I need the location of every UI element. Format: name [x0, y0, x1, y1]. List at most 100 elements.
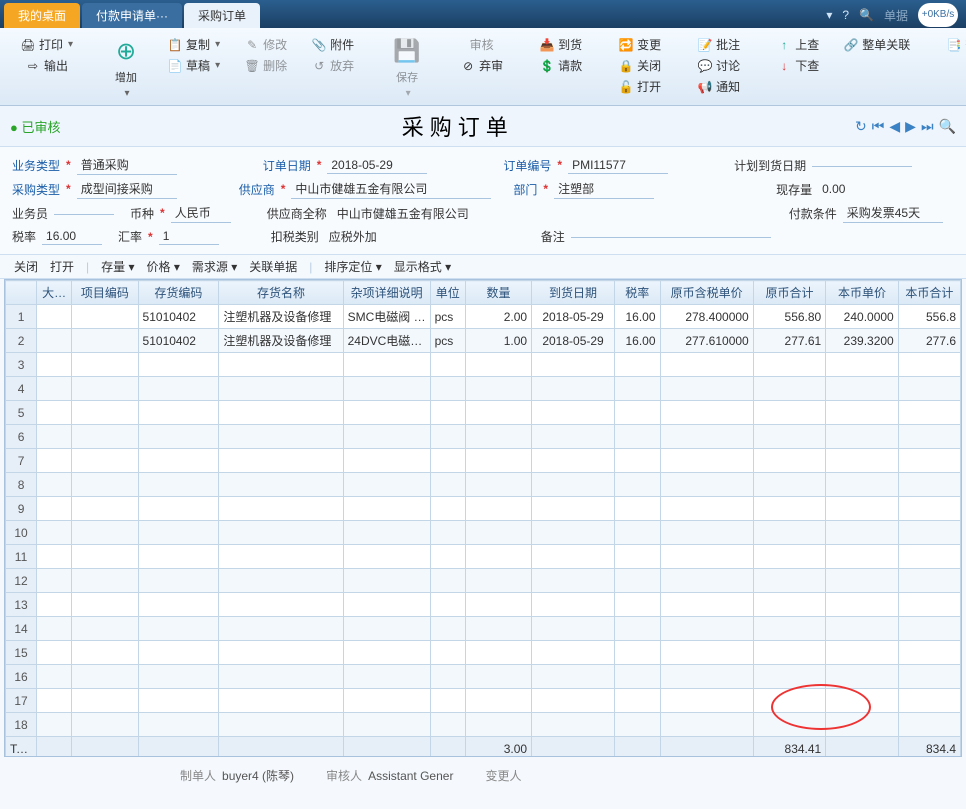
table-row[interactable]: 4	[6, 377, 961, 401]
draft-button[interactable]: 📄草稿▾	[163, 55, 224, 76]
value-order-no[interactable]: PMI11577	[568, 157, 668, 174]
col-local-price[interactable]: 本币单价	[826, 281, 899, 305]
table-row[interactable]: 3	[6, 353, 961, 377]
discuss-button[interactable]: 💬讨论	[693, 55, 744, 76]
label-plan-arrive: 计划到货日期	[734, 157, 806, 174]
table-row[interactable]: 16	[6, 665, 961, 689]
save-button[interactable]: 💾保存▾	[386, 34, 428, 101]
sub-open[interactable]: 打开	[50, 258, 74, 275]
top-search-icon[interactable]: 🔍	[859, 8, 874, 22]
table-row[interactable]: 8	[6, 473, 961, 497]
table-row[interactable]: 9	[6, 497, 961, 521]
label-supplier: 供应商	[239, 181, 275, 198]
printer-icon: 🖨	[20, 37, 36, 53]
sub-close[interactable]: 关闭	[14, 258, 38, 275]
value-currency[interactable]: 人民币	[171, 203, 231, 223]
value-exchange[interactable]: 1	[159, 228, 219, 245]
table-row[interactable]: 15	[6, 641, 961, 665]
table-row[interactable]: 17	[6, 689, 961, 713]
sub-sort[interactable]: 排序定位 ▾	[324, 258, 381, 275]
col-inv-code[interactable]: 存货编码	[138, 281, 219, 305]
arrival-button[interactable]: 📥到货	[535, 34, 586, 55]
table-row[interactable]: 251010402注塑机器及设备修理24DVC电磁…pcs1.002018-05…	[6, 329, 961, 353]
next-icon[interactable]: ▶	[905, 118, 916, 135]
request-pay-button[interactable]: 💲请款	[535, 55, 586, 76]
change-icon: 🔁	[618, 37, 634, 53]
purchase-grid[interactable]: 大… 项目编码 存货编码 存货名称 杂项详细说明 单位 数量 到货日期 税率 原…	[5, 280, 961, 757]
col-local-sum[interactable]: 本币合计	[898, 281, 960, 305]
query-up-button[interactable]: ↑上查	[772, 34, 823, 55]
value-purchase-type[interactable]: 成型间接采购	[77, 179, 177, 199]
col-misc[interactable]: 杂项详细说明	[343, 281, 430, 305]
view-log-button[interactable]: 📑查看日志▾	[942, 34, 966, 55]
drop-button[interactable]: ↺放弃	[307, 55, 358, 76]
help-icon[interactable]: ?	[842, 8, 849, 22]
arrival-icon: 📥	[539, 37, 555, 53]
tab-desktop[interactable]: 我的桌面	[4, 3, 80, 28]
col-qty[interactable]: 数量	[465, 281, 531, 305]
open-button[interactable]: 🔓打开	[614, 76, 665, 97]
copy-button[interactable]: 📋复制▾	[163, 34, 224, 55]
table-row[interactable]: 5	[6, 401, 961, 425]
value-plan-arrive[interactable]	[812, 164, 912, 167]
sub-display[interactable]: 显示格式 ▾	[394, 258, 451, 275]
table-row[interactable]: 18	[6, 713, 961, 737]
table-row[interactable]: 12	[6, 569, 961, 593]
value-biz-type[interactable]: 普通采购	[77, 155, 177, 175]
refresh-icon[interactable]: ↻	[855, 118, 867, 135]
search-icon[interactable]: 🔍	[939, 118, 956, 135]
tab-purchase-order[interactable]: 采购订单	[184, 3, 260, 28]
sub-demand[interactable]: 需求源 ▾	[192, 258, 237, 275]
value-order-date[interactable]: 2018-05-29	[327, 157, 427, 174]
table-row[interactable]: 13	[6, 593, 961, 617]
audit-button[interactable]: 审核	[466, 34, 498, 55]
table-row[interactable]: 11	[6, 545, 961, 569]
notify-button[interactable]: 📢通知	[693, 76, 744, 97]
table-row[interactable]: 7	[6, 449, 961, 473]
abandon-button[interactable]: ⊘弃审	[456, 55, 507, 76]
tab-payment[interactable]: 付款申请单···	[82, 3, 182, 28]
add-button[interactable]: ⊕增加▾	[105, 34, 147, 101]
query-down-button[interactable]: ↓下查	[772, 55, 823, 76]
delete-button[interactable]: 🗑删除	[240, 55, 291, 76]
print-button[interactable]: 🖨打印▾	[16, 34, 77, 55]
col-inv-name[interactable]: 存货名称	[219, 281, 343, 305]
col-orig-sum[interactable]: 原币合计	[753, 281, 826, 305]
creator-value: buyer4 (陈琴)	[222, 769, 294, 783]
approve-note-button[interactable]: 📝批注	[693, 34, 744, 55]
last-icon[interactable]: ⏭	[921, 118, 934, 135]
col-rownum[interactable]	[6, 281, 37, 305]
value-remark[interactable]	[571, 235, 771, 238]
value-dept[interactable]: 注塑部	[554, 179, 654, 199]
attachment-button[interactable]: 📎附件	[307, 34, 358, 55]
value-supplier[interactable]: 中山市健雄五金有限公司	[291, 179, 491, 199]
col-unit[interactable]: 单位	[430, 281, 465, 305]
table-row[interactable]: 6	[6, 425, 961, 449]
auditor-label: 审核人	[326, 769, 362, 783]
sub-relation[interactable]: 关联单据	[249, 258, 297, 275]
col-big[interactable]: 大…	[37, 281, 72, 305]
sub-price[interactable]: 价格 ▾	[147, 258, 180, 275]
dropdown-icon[interactable]: ▾	[826, 8, 832, 22]
value-buyer[interactable]	[54, 212, 114, 215]
col-tax-rate[interactable]: 税率	[614, 281, 660, 305]
change-button[interactable]: 🔁变更	[614, 34, 665, 55]
top-search-placeholder[interactable]: 单据	[884, 7, 908, 24]
table-row[interactable]: 10	[6, 521, 961, 545]
modify-button[interactable]: ✎修改	[240, 34, 291, 55]
table-row[interactable]: 151010402注塑机器及设备修理SMC电磁阀 …pcs2.002018-05…	[6, 305, 961, 329]
value-pay-term[interactable]: 采购发票45天	[843, 203, 943, 223]
table-row[interactable]: 14	[6, 617, 961, 641]
label-order-date: 订单日期	[263, 157, 311, 174]
col-orig-tax-price[interactable]: 原币含税单价	[660, 281, 753, 305]
col-arrive-date[interactable]: 到货日期	[532, 281, 615, 305]
prev-icon[interactable]: ◀	[889, 118, 900, 135]
close-button[interactable]: 🔒关闭	[614, 55, 665, 76]
col-project-code[interactable]: 项目编码	[72, 281, 138, 305]
first-icon[interactable]: ⏮	[872, 118, 885, 135]
value-tax-rate[interactable]: 16.00	[42, 228, 102, 245]
grid-wrap: 大… 项目编码 存货编码 存货名称 杂项详细说明 单位 数量 到货日期 税率 原…	[4, 279, 962, 757]
sub-stock[interactable]: 存量 ▾	[101, 258, 134, 275]
whole-relate-button[interactable]: 🔗整单关联	[839, 34, 914, 55]
output-button[interactable]: ⇨输出	[21, 55, 72, 76]
